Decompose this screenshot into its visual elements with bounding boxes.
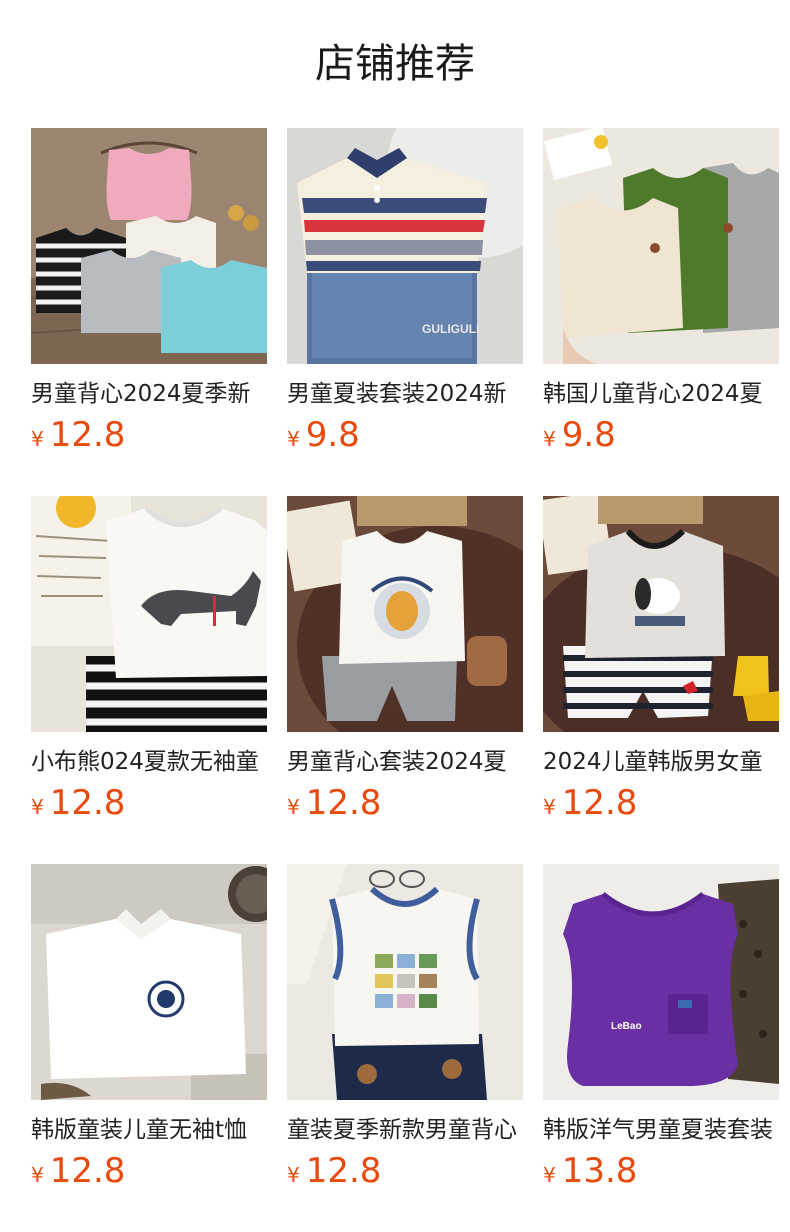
currency-symbol: ¥ — [543, 795, 556, 819]
product-price: 12.8 — [305, 783, 382, 823]
image-watermark: GULIGULI — [422, 322, 479, 336]
currency-symbol: ¥ — [543, 427, 556, 451]
product-card[interactable]: 2024儿童韩版男女童 ¥12.8 — [543, 496, 779, 864]
currency-symbol: ¥ — [287, 427, 300, 451]
product-price: 12.8 — [49, 1151, 126, 1191]
product-price: 9.8 — [305, 415, 360, 455]
product-card[interactable]: LeBao 韩版洋气男童夏装套装 ¥13.8 — [543, 864, 779, 1232]
product-name[interactable]: 男童夏装套装2024新 — [287, 378, 523, 410]
price-row: ¥12.8 — [287, 782, 523, 824]
product-card[interactable]: 男童背心套装2024夏 ¥12.8 — [287, 496, 523, 864]
price-row: ¥9.8 — [287, 414, 523, 456]
price-row: ¥12.8 — [31, 1150, 267, 1192]
product-name[interactable]: 2024儿童韩版男女童 — [543, 746, 779, 778]
product-name[interactable]: 韩版洋气男童夏装套装 — [543, 1114, 779, 1146]
product-image[interactable] — [31, 128, 267, 364]
page-title: 店铺推荐 — [315, 41, 475, 87]
price-row: ¥12.8 — [31, 414, 267, 456]
price-row: ¥12.8 — [543, 782, 779, 824]
product-image[interactable]: LeBao — [543, 864, 779, 1100]
currency-symbol: ¥ — [543, 1163, 556, 1187]
price-row: ¥12.8 — [287, 1150, 523, 1192]
product-price: 12.8 — [305, 1151, 382, 1191]
product-price: 12.8 — [561, 783, 638, 823]
product-image[interactable] — [31, 496, 267, 732]
product-card[interactable]: 童装夏季新款男童背心 ¥12.8 — [287, 864, 523, 1232]
image-logo-text: LeBao — [611, 1021, 642, 1032]
price-row: ¥13.8 — [543, 1150, 779, 1192]
currency-symbol: ¥ — [31, 795, 44, 819]
product-name[interactable]: 男童背心套装2024夏 — [287, 746, 523, 778]
currency-symbol: ¥ — [31, 1163, 44, 1187]
product-image[interactable] — [543, 496, 779, 732]
product-image[interactable] — [543, 128, 779, 364]
product-image[interactable] — [31, 864, 267, 1100]
product-image[interactable] — [287, 496, 523, 732]
product-name[interactable]: 韩版童装儿童无袖t恤 — [31, 1114, 267, 1146]
product-name[interactable]: 童装夏季新款男童背心 — [287, 1114, 523, 1146]
currency-symbol: ¥ — [287, 1163, 300, 1187]
product-name[interactable]: 男童背心2024夏季新 — [31, 378, 267, 410]
product-name[interactable]: 小布熊024夏款无袖童 — [31, 746, 267, 778]
currency-symbol: ¥ — [287, 795, 300, 819]
product-card[interactable]: 男童背心2024夏季新 ¥12.8 — [31, 128, 267, 496]
product-grid: 男童背心2024夏季新 ¥12.8 GULIGULI 男童夏装套装2024新 ¥… — [31, 128, 779, 1232]
product-card[interactable]: 韩版童装儿童无袖t恤 ¥12.8 — [31, 864, 267, 1232]
product-image[interactable]: GULIGULI — [287, 128, 523, 364]
product-card[interactable]: 小布熊024夏款无袖童 ¥12.8 — [31, 496, 267, 864]
product-price: 9.8 — [561, 415, 616, 455]
product-price: 12.8 — [49, 783, 126, 823]
currency-symbol: ¥ — [31, 427, 44, 451]
price-row: ¥9.8 — [543, 414, 779, 456]
product-name[interactable]: 韩国儿童背心2024夏 — [543, 378, 779, 410]
product-image[interactable] — [287, 864, 523, 1100]
product-card[interactable]: 韩国儿童背心2024夏 ¥9.8 — [543, 128, 779, 496]
price-row: ¥12.8 — [31, 782, 267, 824]
product-card[interactable]: GULIGULI 男童夏装套装2024新 ¥9.8 — [287, 128, 523, 496]
product-price: 12.8 — [49, 415, 126, 455]
product-price: 13.8 — [561, 1151, 638, 1191]
